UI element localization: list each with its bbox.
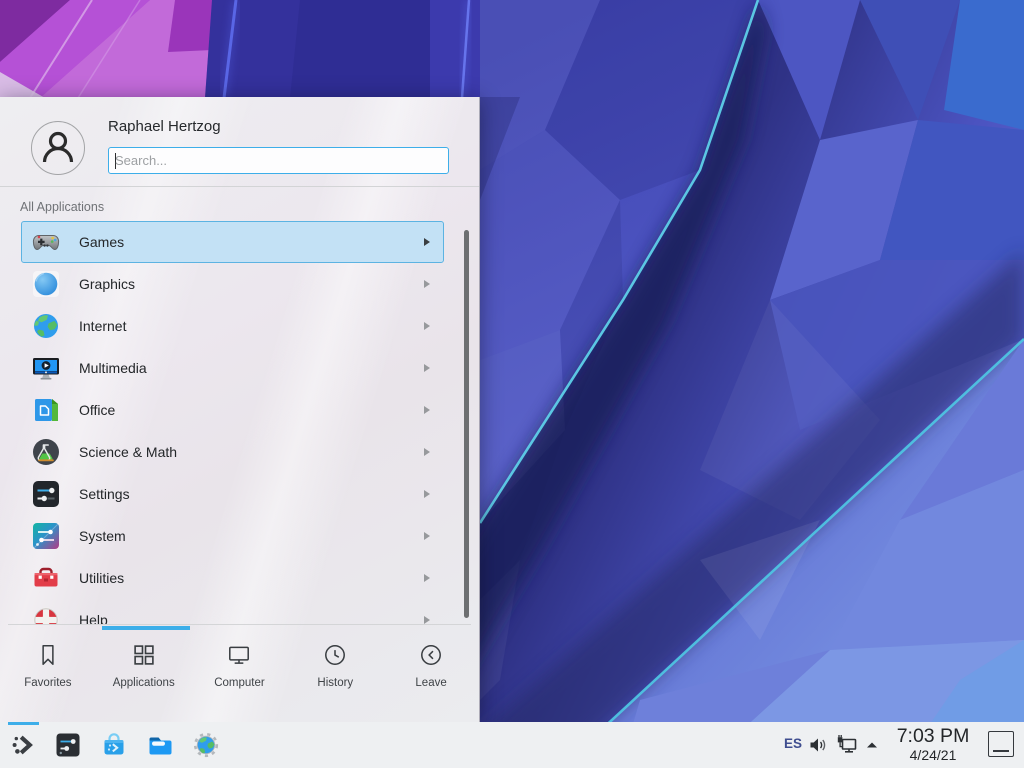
discover-icon[interactable] <box>100 731 128 759</box>
category-label: Science & Math <box>79 444 177 460</box>
taskbar-panel: ES 7:03 PM 4/24/21 <box>0 722 1024 768</box>
office-documents-icon <box>30 394 62 426</box>
leave-icon <box>418 642 444 668</box>
grid-icon <box>131 642 157 668</box>
tab-computer[interactable]: Computer <box>192 631 288 721</box>
bookmark-icon <box>35 642 61 668</box>
category-label: Graphics <box>79 276 135 292</box>
monitor-icon <box>226 642 252 668</box>
category-label: Utilities <box>79 570 124 586</box>
tab-applications[interactable]: Applications <box>96 631 192 721</box>
category-label: Office <box>79 402 115 418</box>
expand-tray-icon[interactable] <box>864 737 880 753</box>
submenu-arrow-icon <box>423 447 431 457</box>
user-avatar[interactable] <box>31 121 85 175</box>
user-display-name: Raphael Hertzog <box>108 118 221 135</box>
submenu-arrow-icon <box>423 573 431 583</box>
category-label: Settings <box>79 486 130 502</box>
submenu-arrow-icon <box>423 489 431 499</box>
category-label: Help <box>79 612 108 624</box>
clock-icon <box>322 642 348 668</box>
keyboard-layout-indicator[interactable]: ES <box>779 736 807 751</box>
wallpaper-purple-corner <box>0 0 212 98</box>
category-help[interactable]: Help <box>21 599 444 624</box>
show-desktop-button[interactable] <box>988 731 1014 757</box>
wallpaper-indigo-strip <box>205 0 480 98</box>
category-office[interactable]: Office <box>21 389 444 431</box>
help-lifebuoy-icon <box>30 604 62 624</box>
graphics-sphere-icon <box>30 268 62 300</box>
user-icon <box>32 122 84 174</box>
list-scrollbar[interactable] <box>464 230 469 618</box>
digital-clock[interactable]: 7:03 PM 4/24/21 <box>890 725 976 763</box>
submenu-arrow-icon <box>423 237 431 247</box>
multimedia-monitor-icon <box>30 352 62 384</box>
tab-favorites[interactable]: Favorites <box>0 631 96 721</box>
clock-time: 7:03 PM <box>890 725 976 747</box>
section-label: All Applications <box>20 200 104 214</box>
tab-label: Applications <box>113 677 175 689</box>
tab-label: Computer <box>214 677 265 689</box>
tab-label: History <box>317 677 353 689</box>
launcher-tab-bar: Favorites Applications <box>0 631 479 721</box>
desktop: Raphael Hertzog All Applications Game <box>0 0 1024 768</box>
settings-sliders-icon <box>30 478 62 510</box>
volume-icon[interactable] <box>807 734 829 756</box>
category-system[interactable]: System <box>21 515 444 557</box>
footer-divider <box>8 624 471 625</box>
category-label: Multimedia <box>79 360 147 376</box>
submenu-arrow-icon <box>423 531 431 541</box>
active-tab-indicator <box>102 626 190 630</box>
system-settings-icon[interactable] <box>54 731 82 759</box>
gamepad-icon <box>30 226 62 258</box>
web-browser-icon[interactable] <box>192 731 220 759</box>
header-divider <box>0 186 479 187</box>
submenu-arrow-icon <box>423 321 431 331</box>
network-icon[interactable] <box>835 733 859 757</box>
category-internet[interactable]: Internet <box>21 305 444 347</box>
category-games[interactable]: Games <box>21 221 444 263</box>
search-input[interactable] <box>109 148 448 173</box>
category-multimedia[interactable]: Multimedia <box>21 347 444 389</box>
file-manager-icon[interactable] <box>146 731 174 759</box>
utilities-toolbox-icon <box>30 562 62 594</box>
category-utilities[interactable]: Utilities <box>21 557 444 599</box>
show-desktop-icon <box>993 750 1009 752</box>
search-field[interactable] <box>108 147 449 174</box>
submenu-arrow-icon <box>423 279 431 289</box>
tab-leave[interactable]: Leave <box>383 631 479 721</box>
globe-icon <box>30 310 62 342</box>
submenu-arrow-icon <box>423 615 431 624</box>
science-flask-icon <box>30 436 62 468</box>
tab-label: Favorites <box>24 677 71 689</box>
system-sliders-icon <box>30 520 62 552</box>
submenu-arrow-icon <box>423 405 431 415</box>
application-launcher-menu: Raphael Hertzog All Applications Game <box>0 97 480 722</box>
category-settings[interactable]: Settings <box>21 473 444 515</box>
category-label: Internet <box>79 318 126 334</box>
category-label: System <box>79 528 126 544</box>
tab-label: Leave <box>415 677 446 689</box>
submenu-arrow-icon <box>423 363 431 373</box>
tab-history[interactable]: History <box>287 631 383 721</box>
category-graphics[interactable]: Graphics <box>21 263 444 305</box>
category-list: Games Graphics <box>21 221 444 624</box>
application-launcher-icon[interactable] <box>9 731 37 759</box>
category-science-math[interactable]: Science & Math <box>21 431 444 473</box>
clock-date: 4/24/21 <box>890 747 976 763</box>
launcher-active-indicator <box>8 722 39 725</box>
category-label: Games <box>79 234 124 250</box>
